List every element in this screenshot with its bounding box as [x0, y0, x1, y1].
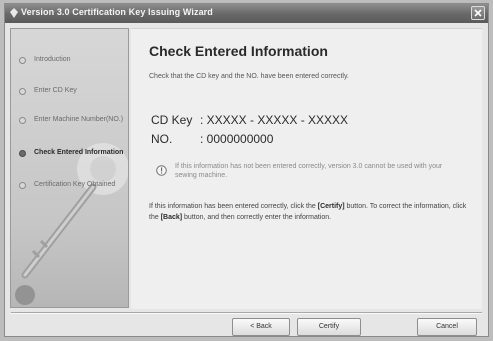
key-illustration — [15, 143, 128, 305]
cancel-button[interactable]: Cancel — [417, 318, 477, 336]
step-label: Enter CD Key — [34, 87, 77, 94]
step-bullet-icon — [19, 88, 26, 95]
close-icon — [474, 9, 482, 17]
machine-number-label: NO. — [151, 132, 173, 146]
title-bar[interactable]: Version 3.0 Certification Key Issuing Wi… — [5, 4, 488, 23]
note-back-ref: [Back] — [160, 214, 183, 221]
machine-number-value: : 0000000000 — [200, 132, 274, 146]
note-text-3: button, and then correctly enter the inf… — [182, 214, 332, 221]
back-button[interactable]: < Back — [232, 318, 290, 336]
step-label: Certification Key Obtained — [34, 181, 116, 188]
step-label: Introduction — [34, 56, 71, 63]
cd-key-value: : XXXXX - XXXXX - XXXXX — [200, 113, 349, 127]
wizard-steps-sidebar: Introduction Enter CD Key Enter Machine … — [10, 28, 129, 308]
wizard-window: Version 3.0 Certification Key Issuing Wi… — [4, 3, 489, 337]
window-title: Version 3.0 Certification Key Issuing Wi… — [21, 7, 213, 17]
step-label: Enter Machine Number(NO.) — [34, 116, 124, 123]
instruction-text: Check that the CD key and the NO. have b… — [149, 73, 349, 80]
step-bullet-icon — [19, 182, 26, 189]
instruction-note: If this information has been entered cor… — [149, 201, 469, 223]
step-bullet-icon — [19, 150, 26, 157]
main-panel: Check Entered Information Check that the… — [131, 28, 482, 309]
step-label: Check Entered Information — [34, 149, 124, 156]
step-bullet-icon — [19, 57, 26, 64]
step-bullet-icon — [19, 117, 26, 124]
page-title: Check Entered Information — [149, 43, 328, 59]
note-certify-ref: [Certify] — [317, 203, 345, 210]
warning-text: If this information has not been entered… — [175, 163, 443, 179]
button-bar-divider — [11, 312, 482, 314]
close-button[interactable] — [471, 6, 485, 20]
certify-button[interactable]: Certify — [297, 318, 361, 336]
cd-key-label: CD Key — [151, 113, 193, 127]
app-icon — [10, 8, 18, 18]
note-text-1: If this information has been entered cor… — [149, 203, 318, 210]
info-icon — [156, 165, 167, 176]
